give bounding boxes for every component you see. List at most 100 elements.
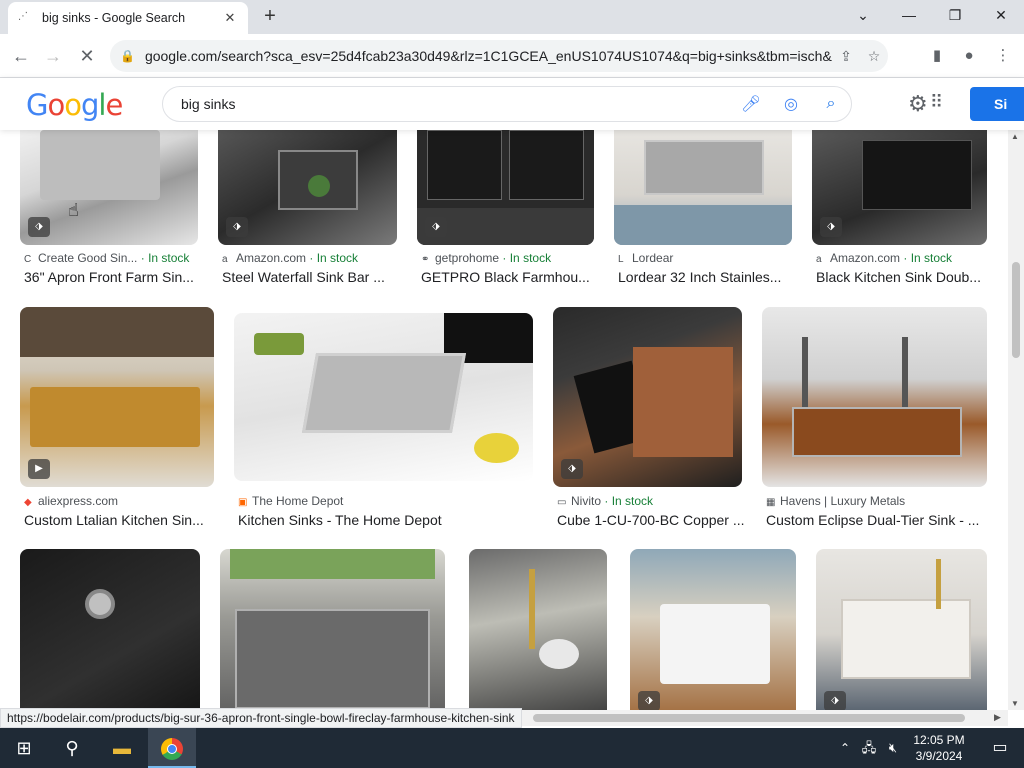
settings-gear-icon[interactable]: ⚙ [908, 91, 928, 117]
result-thumbnail[interactable] [614, 130, 792, 245]
scroll-down-icon[interactable]: ▼ [1011, 699, 1019, 708]
favicon: ◆ [24, 497, 32, 508]
profile-avatar-icon[interactable]: ● [958, 45, 980, 67]
search-box[interactable]: big sinks 🎤︎ ◎ ⌕ [162, 86, 852, 122]
result-source[interactable]: C Create Good Sin... · In stock [24, 251, 189, 265]
windows-start-icon[interactable]: ⊞ [0, 728, 48, 768]
result-thumbnail[interactable] [762, 307, 987, 487]
result-thumbnail[interactable]: ⬗ [417, 130, 594, 245]
lock-icon[interactable]: 🔒 [120, 49, 135, 63]
vertical-scrollbar[interactable]: ▲ ▼ [1008, 130, 1024, 710]
share-icon[interactable]: ⇪ [832, 48, 860, 65]
result-thumbnail[interactable]: ⬗ [630, 549, 796, 710]
result-title[interactable]: Steel Waterfall Sink Bar ... [222, 269, 401, 285]
tag-icon: ⬗ [824, 691, 846, 710]
voice-search-icon[interactable]: 🎤︎ [731, 94, 771, 114]
forward-button[interactable]: → [40, 43, 66, 69]
url-text[interactable]: google.com/search?sca_esv=25d4fcab23a30d… [145, 48, 832, 64]
result-thumbnail[interactable] [234, 313, 533, 481]
result-title[interactable]: Lordear 32 Inch Stainles... [618, 269, 796, 285]
tag-icon: ⬗ [425, 217, 447, 237]
stop-loading-button[interactable]: ✕ [74, 43, 100, 69]
amazon-favicon: a [222, 254, 228, 265]
hand-cursor-icon: ☝ [68, 200, 79, 220]
result-thumbnail[interactable]: ⬗ [218, 130, 397, 245]
favicon: ⚭ [421, 254, 430, 265]
result-source[interactable]: ▭ Nivito · In stock [557, 494, 653, 508]
close-tab-icon[interactable]: ✕ [222, 10, 238, 26]
tag-icon: ⬗ [561, 459, 583, 479]
amazon-favicon: a [816, 254, 822, 265]
show-hidden-icons[interactable]: ⌃ [834, 728, 856, 768]
tag-icon: ⬗ [226, 217, 248, 237]
play-icon: ▶ [28, 459, 50, 479]
tag-icon: ⬗ [28, 217, 50, 237]
favicon: C [24, 254, 32, 265]
sign-in-button[interactable]: Si [970, 87, 1024, 121]
google-logo[interactable]: Google [26, 88, 123, 122]
status-bar-url: https://bodelair.com/products/big-sur-36… [0, 708, 522, 728]
chrome-taskbar-icon[interactable] [148, 728, 196, 768]
search-icon[interactable]: ⚲ [48, 728, 96, 768]
result-thumbnail[interactable]: ▶ [20, 307, 214, 487]
result-source[interactable]: ▣ The Home Depot [238, 494, 343, 508]
scroll-up-icon[interactable]: ▲ [1011, 132, 1019, 141]
close-window-button[interactable]: ✕ [978, 0, 1024, 30]
notifications-icon[interactable]: ▭ [976, 728, 1024, 768]
result-source[interactable]: a Amazon.com · In stock [222, 251, 358, 265]
system-clock[interactable]: 12:05 PM 3/9/2024 [904, 732, 974, 764]
search-icon[interactable]: ⌕ [811, 95, 851, 113]
result-title[interactable]: 36" Apron Front Farm Sin... [24, 269, 202, 285]
result-title[interactable]: Kitchen Sinks - The Home Depot [238, 512, 537, 528]
windows-taskbar: ⊞ ⚲ ▬ ⌃ 🖧︎ 🔇︎ 12:05 PM 3/9/2024 ▭ [0, 728, 1024, 768]
result-source[interactable]: ◆ aliexpress.com [24, 494, 118, 508]
tab-search-icon[interactable]: ⌄ [840, 0, 886, 30]
result-thumbnail[interactable]: ⬗ [20, 130, 198, 245]
result-source[interactable]: a Amazon.com · In stock [816, 251, 952, 265]
file-explorer-icon[interactable]: ▬ [98, 728, 146, 768]
side-panel-icon[interactable]: ▮ [926, 45, 948, 67]
network-icon[interactable]: 🖧︎ [858, 728, 880, 768]
restore-button[interactable]: ❐ [932, 0, 978, 30]
clock-date: 3/9/2024 [915, 749, 963, 763]
result-source[interactable]: ⚭ getprohome · In stock [421, 251, 551, 265]
result-thumbnail[interactable] [469, 549, 607, 710]
tab-title: big sinks - Google Search [42, 11, 186, 25]
result-thumbnail[interactable]: ⬗ [812, 130, 987, 245]
tag-icon: ⬗ [820, 217, 842, 237]
result-source[interactable]: L Lordear [618, 251, 673, 265]
result-thumbnail[interactable] [220, 549, 445, 710]
apps-grid-icon[interactable]: ⠿ [930, 92, 943, 113]
back-button[interactable]: ← [8, 43, 34, 69]
browser-toolbar: ← → ✕ 🔒 google.com/search?sca_esv=25d4fc… [0, 34, 1024, 78]
result-title[interactable]: GETPRO Black Farmhou... [421, 269, 598, 285]
bookmark-star-icon[interactable]: ☆ [860, 48, 888, 65]
vertical-scroll-thumb[interactable] [1012, 262, 1020, 358]
result-title[interactable]: Black Kitchen Sink Doub... [816, 269, 991, 285]
address-bar[interactable]: 🔒 google.com/search?sca_esv=25d4fcab23a3… [110, 40, 888, 72]
tab-strip: ⋰ big sinks - Google Search ✕ + ⌄ — ❐ ✕ [0, 0, 1024, 34]
browser-menu-icon[interactable]: ⋮ [992, 45, 1014, 67]
result-thumbnail[interactable]: ⬗ [816, 549, 987, 710]
favicon: ▭ [557, 497, 567, 508]
favicon: L [618, 254, 624, 265]
tag-icon: ⬗ [638, 691, 660, 710]
result-title[interactable]: Custom Ltalian Kitchen Sin... [24, 512, 218, 528]
result-title[interactable]: Custom Eclipse Dual-Tier Sink - ... [766, 512, 991, 528]
result-thumbnail[interactable] [20, 549, 200, 710]
search-input[interactable]: big sinks [181, 96, 731, 112]
lens-search-icon[interactable]: ◎ [771, 94, 811, 114]
clock-time: 12:05 PM [913, 733, 965, 747]
google-header: Google big sinks 🎤︎ ◎ ⌕ ⚙ ⠿ Si [0, 78, 1024, 130]
volume-muted-icon[interactable]: 🔇︎ [882, 728, 904, 768]
loading-icon: ⋰ [18, 11, 28, 22]
new-tab-button[interactable]: + [258, 5, 282, 29]
horizontal-scroll-thumb[interactable] [533, 714, 965, 722]
result-title[interactable]: Cube 1-CU-700-BC Copper ... [557, 512, 746, 528]
browser-tab-active[interactable]: ⋰ big sinks - Google Search ✕ [8, 2, 248, 34]
scroll-right-icon[interactable]: ▶ [994, 712, 1001, 723]
result-source[interactable]: ▦ Havens | Luxury Metals [766, 494, 905, 508]
result-thumbnail[interactable]: ⬗ [553, 307, 742, 487]
home-depot-favicon: ▣ [238, 497, 248, 508]
minimize-button[interactable]: — [886, 0, 932, 30]
